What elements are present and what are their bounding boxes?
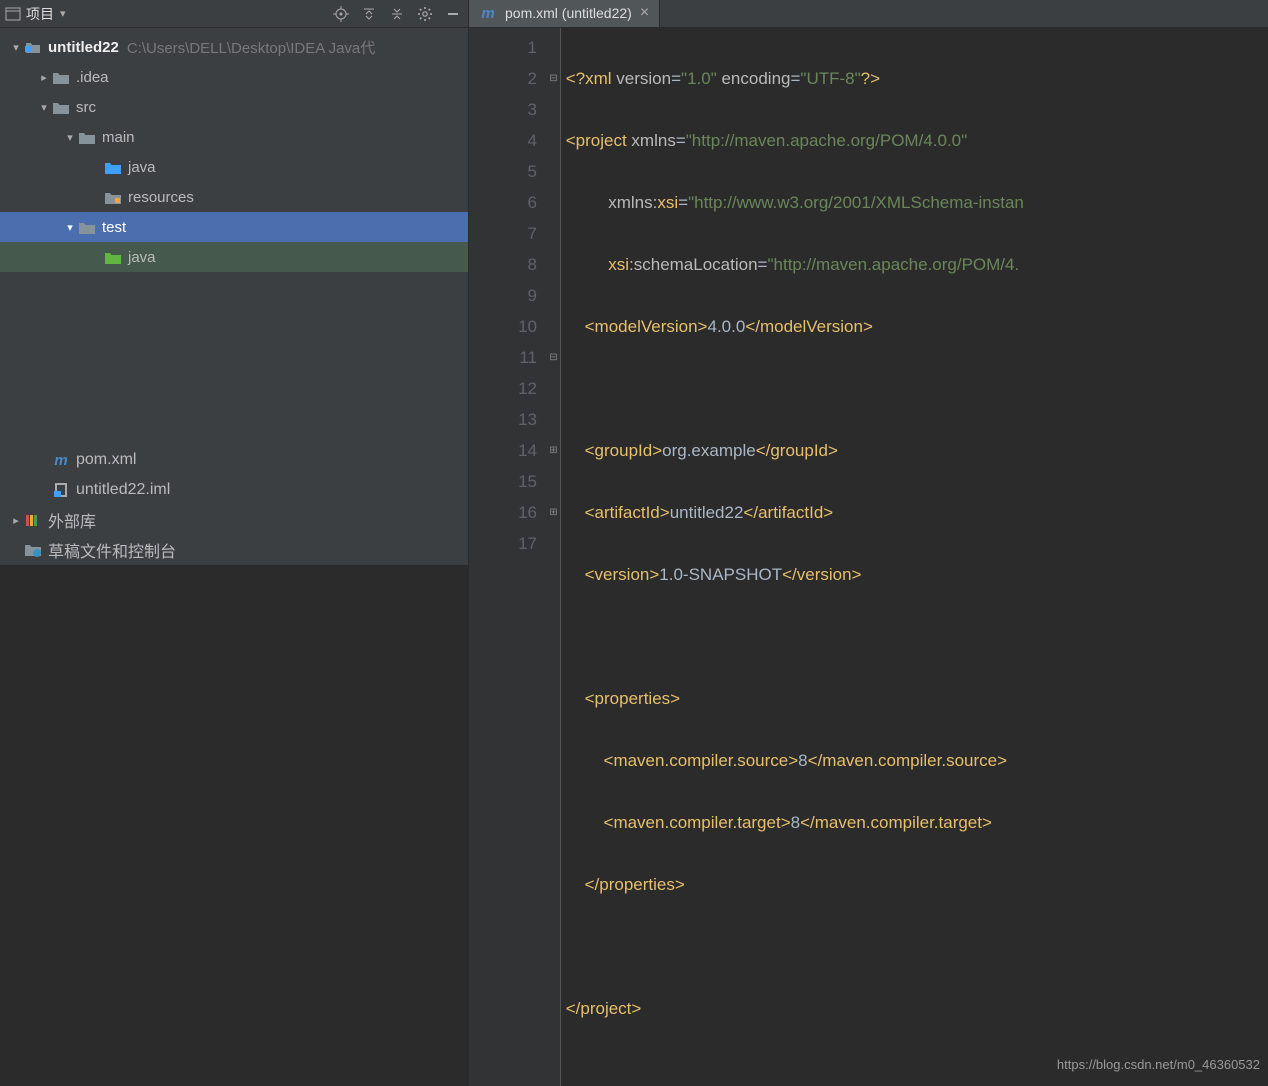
- tree-label: resources: [128, 189, 194, 206]
- line-number: 17: [469, 528, 537, 559]
- tree-path: C:\Users\DELL\Desktop\IDEA Java代: [127, 37, 375, 58]
- line-number: 13: [469, 404, 537, 435]
- tree-label: test: [102, 219, 126, 236]
- line-number: 16: [469, 497, 537, 528]
- tree-label: src: [76, 99, 96, 116]
- line-number: 15: [469, 466, 537, 497]
- tree-item-main[interactable]: ▾ main: [0, 122, 468, 152]
- iml-file-icon: [52, 481, 70, 499]
- maven-file-icon: m: [52, 451, 70, 469]
- close-icon[interactable]: ×: [640, 4, 649, 22]
- project-sidebar: 项目 ▾ ▾ untitled22 C:\Users\DELL\Desktop\…: [0, 0, 469, 565]
- tree-label: java: [128, 159, 156, 176]
- line-number: 2: [469, 63, 537, 94]
- chevron-down-icon: ▾: [62, 221, 78, 234]
- line-number: 5: [469, 156, 537, 187]
- line-gutter: 1 2 3 4 5 6 7 8 9 10 11 12 13 14 15 16 1…: [469, 28, 547, 1086]
- minimize-button[interactable]: [442, 3, 464, 25]
- tree-item-src[interactable]: ▾ src: [0, 92, 468, 122]
- line-number: 3: [469, 94, 537, 125]
- tree-label: java: [128, 249, 156, 266]
- resources-folder-icon: [104, 188, 122, 206]
- chevron-right-icon: ▸: [36, 71, 52, 84]
- fold-column: ⊟⊟⊞⊞: [547, 28, 561, 1086]
- tree-label: pom.xml: [76, 451, 136, 469]
- expand-all-button[interactable]: [358, 3, 380, 25]
- folder-icon: [52, 68, 70, 86]
- tree-item-external-libs[interactable]: ▸ 外部库: [0, 505, 468, 535]
- tree-label: .idea: [76, 69, 109, 86]
- chevron-right-icon: ▸: [8, 514, 24, 527]
- tree-item-java-test[interactable]: java: [0, 242, 468, 272]
- tree-item-test[interactable]: ▾ test: [0, 212, 468, 242]
- module-icon: [24, 38, 42, 56]
- line-number: 14: [469, 435, 537, 466]
- source-folder-icon: [104, 158, 122, 176]
- line-number: 4: [469, 125, 537, 156]
- project-tree: ▾ untitled22 C:\Users\DELL\Desktop\IDEA …: [0, 28, 468, 445]
- tree-label: untitled22: [48, 39, 119, 56]
- line-number: 8: [469, 249, 537, 280]
- tree-label: 草稿文件和控制台: [48, 538, 176, 562]
- folder-icon: [52, 98, 70, 116]
- tree-item-scratches[interactable]: 草稿文件和控制台: [0, 535, 468, 565]
- sidebar-toolbar: 项目 ▾: [0, 0, 468, 28]
- tab-title: pom.xml (untitled22): [505, 5, 632, 21]
- editor-tab-bar: m pom.xml (untitled22) ×: [469, 0, 1268, 28]
- editor-tab[interactable]: m pom.xml (untitled22) ×: [469, 0, 660, 27]
- maven-file-icon: m: [479, 4, 497, 22]
- collapse-all-button[interactable]: [386, 3, 408, 25]
- folder-icon: [78, 218, 96, 236]
- tree-label: main: [102, 129, 135, 146]
- line-number: 1: [469, 32, 537, 63]
- code-content[interactable]: <?xml version="1.0" encoding="UTF-8"?> <…: [561, 28, 1268, 1086]
- project-label[interactable]: 项目: [26, 4, 54, 24]
- scratches-icon: [24, 541, 42, 559]
- tree-item-java-main[interactable]: java: [0, 152, 468, 182]
- chevron-down-icon: ▾: [8, 41, 24, 54]
- line-number: 9: [469, 280, 537, 311]
- settings-button[interactable]: [414, 3, 436, 25]
- watermark: https://blog.csdn.net/m0_46360532: [1057, 1049, 1260, 1080]
- tree-label: untitled22.iml: [76, 481, 170, 499]
- test-folder-icon: [104, 248, 122, 266]
- project-icon: [4, 5, 22, 23]
- library-icon: [24, 511, 42, 529]
- tree-item-resources[interactable]: resources: [0, 182, 468, 212]
- chevron-down-icon: ▾: [62, 131, 78, 144]
- line-number: 11: [469, 342, 537, 373]
- dropdown-icon[interactable]: ▾: [60, 7, 66, 20]
- chevron-down-icon: ▾: [36, 101, 52, 114]
- tree-item-idea[interactable]: ▸ .idea: [0, 62, 468, 92]
- code-editor[interactable]: 1 2 3 4 5 6 7 8 9 10 11 12 13 14 15 16 1…: [469, 28, 1268, 1086]
- line-number: 6: [469, 187, 537, 218]
- tree-root[interactable]: ▾ untitled22 C:\Users\DELL\Desktop\IDEA …: [0, 32, 468, 62]
- line-number: 10: [469, 311, 537, 342]
- tree-item-iml[interactable]: untitled22.iml: [0, 475, 468, 505]
- editor-pane: m pom.xml (untitled22) × 1 2 3 4 5 6 7 8…: [469, 0, 1268, 565]
- line-number: 12: [469, 373, 537, 404]
- locate-button[interactable]: [330, 3, 352, 25]
- line-number: 7: [469, 218, 537, 249]
- folder-icon: [78, 128, 96, 146]
- tree-item-pom[interactable]: m pom.xml: [0, 445, 468, 475]
- tree-label: 外部库: [48, 508, 96, 532]
